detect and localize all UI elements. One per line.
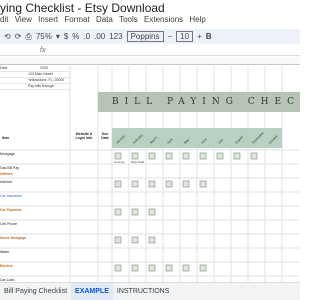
info-row: Pay bills through — [0, 84, 70, 90]
bill-label: Car Payment — [0, 208, 22, 212]
redo-icon[interactable]: ⟳ — [15, 32, 22, 41]
month-header: April — [163, 128, 180, 148]
bill-label: Electric — [0, 264, 13, 268]
menu-view[interactable]: View — [15, 15, 32, 24]
menu-tools[interactable]: Tools — [119, 15, 138, 24]
menu-bar: dit View Insert Format Data Tools Extens… — [0, 15, 300, 28]
bill-label: Gas Bill Pay — [0, 166, 20, 170]
zoom-select[interactable]: 75% — [36, 32, 52, 41]
title-bar: ying Checklist - Etsy Download — [0, 0, 300, 15]
month-header: January — [112, 128, 129, 148]
font-plus-button[interactable]: + — [197, 32, 202, 41]
print-icon[interactable]: ⎙ — [25, 32, 31, 42]
info-card: Date 2025 123 Main Street Yellowstone, F… — [0, 66, 70, 90]
item-heading: Item — [2, 136, 10, 140]
toolbar: ⟲ ⟳ ⎙ 75% ▾ $ % .0 .00 123 Poppins − 10 … — [0, 29, 300, 44]
chevron-down-icon[interactable]: ▾ — [56, 32, 60, 41]
bill-label: Home Mortgage — [0, 236, 27, 240]
website-heading: Website & Login Info — [75, 132, 93, 140]
tab-example[interactable]: EXAMPLE — [71, 282, 113, 300]
document-title[interactable]: ying Checklist - Etsy Download — [0, 1, 165, 15]
month-header: March — [146, 128, 163, 148]
column-header-strip — [0, 57, 300, 65]
font-minus-button[interactable]: − — [168, 32, 173, 41]
bill-label: Utilities — [0, 172, 13, 176]
bill-label: Car Insurance — [0, 194, 22, 198]
month-header: September — [248, 128, 265, 148]
decimal-decrease-button[interactable]: .0 — [83, 32, 90, 41]
info-value: Yellowstone, FL, 00000 — [28, 78, 65, 82]
month-header: July — [214, 128, 231, 148]
date-paid-label: Date Paid — [131, 160, 145, 164]
banner-title: BILL PAYING CHECKLIST — [112, 97, 300, 107]
bill-label: Internet — [0, 180, 12, 184]
font-size-input[interactable]: 10 — [176, 31, 194, 42]
sheet-tabs: Bill Paying Checklist EXAMPLE INSTRUCTIO… — [0, 282, 300, 300]
menu-insert[interactable]: Insert — [38, 15, 58, 24]
menu-edit[interactable]: dit — [0, 15, 8, 24]
decimal-increase-button[interactable]: .00 — [94, 32, 105, 41]
month-header: October — [265, 128, 282, 148]
bill-label: Cell Phone — [0, 222, 18, 226]
month-header: June — [197, 128, 214, 148]
month-header: August — [231, 128, 248, 148]
info-value: 123 Main Street — [28, 72, 53, 76]
menu-format[interactable]: Format — [64, 15, 89, 24]
undo-icon[interactable]: ⟲ — [4, 32, 11, 41]
formula-bar: fx — [0, 45, 300, 56]
tab-instructions[interactable]: INSTRUCTIONS — [113, 283, 174, 300]
percent-button[interactable]: % — [72, 32, 79, 41]
bold-icon[interactable]: B — [206, 32, 212, 41]
spreadsheet-grid[interactable]: Date 2025 123 Main Street Yellowstone, F… — [0, 66, 300, 288]
font-select[interactable]: Poppins — [126, 31, 164, 42]
month-header: February — [129, 128, 146, 148]
amount-label: Amount — [114, 160, 125, 164]
fx-icon: fx — [40, 46, 46, 54]
info-label: Date — [0, 66, 8, 70]
info-value: Pay bills through — [28, 84, 54, 88]
number-format-button[interactable]: 123 — [109, 32, 122, 41]
due-date-heading: Due Date — [101, 132, 109, 140]
bill-label: Water — [0, 250, 10, 254]
menu-extensions[interactable]: Extensions — [144, 15, 183, 24]
bill-label: Mortgage — [0, 152, 15, 156]
month-header: May — [180, 128, 197, 148]
currency-button[interactable]: $ — [64, 32, 68, 41]
menu-data[interactable]: Data — [96, 15, 113, 24]
info-value: 2025 — [40, 66, 48, 70]
tab-bill-paying-checklist[interactable]: Bill Paying Checklist — [0, 283, 71, 300]
checklist-banner: BILL PAYING CHECKLIST — [98, 92, 300, 112]
menu-help[interactable]: Help — [189, 15, 205, 24]
